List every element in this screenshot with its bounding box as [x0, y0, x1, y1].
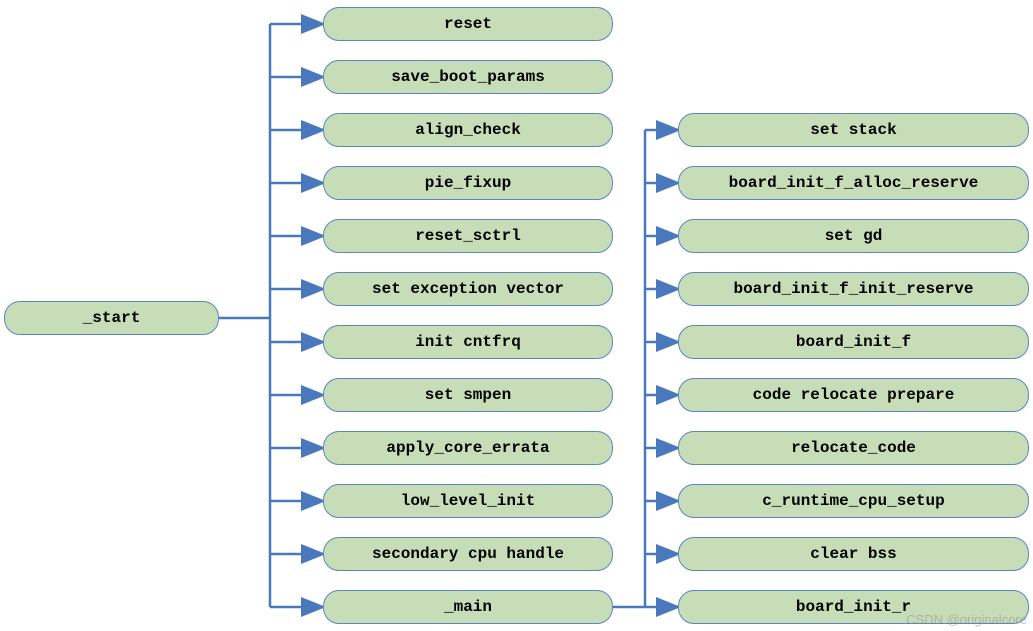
node-label: _main — [444, 598, 492, 616]
node-apply-core-errata: apply_core_errata — [323, 431, 613, 465]
node-reset-sctrl: reset_sctrl — [323, 219, 613, 253]
node-low-level-init: low_level_init — [323, 484, 613, 518]
node-label: reset — [444, 15, 492, 33]
node-label: board_init_f_alloc_reserve — [729, 174, 979, 192]
node-label: apply_core_errata — [386, 439, 549, 457]
node-label: init cntfrq — [415, 333, 521, 351]
node-label: set gd — [825, 227, 883, 245]
node-set-stack: set stack — [678, 113, 1029, 147]
node-main: _main — [323, 590, 613, 624]
node-label: clear bss — [810, 545, 896, 563]
node-relocate-code: relocate_code — [678, 431, 1029, 465]
node-label: pie_fixup — [425, 174, 511, 192]
node-label: set exception vector — [372, 280, 564, 298]
node-set-gd: set gd — [678, 219, 1029, 253]
node-label: low_level_init — [401, 492, 535, 510]
node-label: set smpen — [425, 386, 511, 404]
node-secondary-cpu-handle: secondary cpu handle — [323, 537, 613, 571]
node-start: _start — [4, 301, 219, 335]
node-board-init-f: board_init_f — [678, 325, 1029, 359]
watermark-text: CSDN @originalcore — [906, 612, 1027, 627]
node-align-check: align_check — [323, 113, 613, 147]
node-reset: reset — [323, 7, 613, 41]
node-label: c_runtime_cpu_setup — [762, 492, 944, 510]
node-label: align_check — [415, 121, 521, 139]
node-init-cntfrq: init cntfrq — [323, 325, 613, 359]
node-label: set stack — [810, 121, 896, 139]
node-pie-fixup: pie_fixup — [323, 166, 613, 200]
node-label: reset_sctrl — [415, 227, 521, 245]
node-clear-bss: clear bss — [678, 537, 1029, 571]
node-label: _start — [83, 309, 141, 327]
node-code-relocate-prepare: code relocate prepare — [678, 378, 1029, 412]
node-label: board_init_f_init_reserve — [733, 280, 973, 298]
node-set-exception-vector: set exception vector — [323, 272, 613, 306]
node-label: board_init_f — [796, 333, 911, 351]
node-label: code relocate prepare — [753, 386, 955, 404]
node-label: save_boot_params — [391, 68, 545, 86]
node-label: relocate_code — [791, 439, 916, 457]
node-save-boot-params: save_boot_params — [323, 60, 613, 94]
node-c-runtime-cpu-setup: c_runtime_cpu_setup — [678, 484, 1029, 518]
node-board-init-f-init-reserve: board_init_f_init_reserve — [678, 272, 1029, 306]
node-label: board_init_r — [796, 598, 911, 616]
node-set-smpen: set smpen — [323, 378, 613, 412]
node-label: secondary cpu handle — [372, 545, 564, 563]
node-board-init-f-alloc-reserve: board_init_f_alloc_reserve — [678, 166, 1029, 200]
